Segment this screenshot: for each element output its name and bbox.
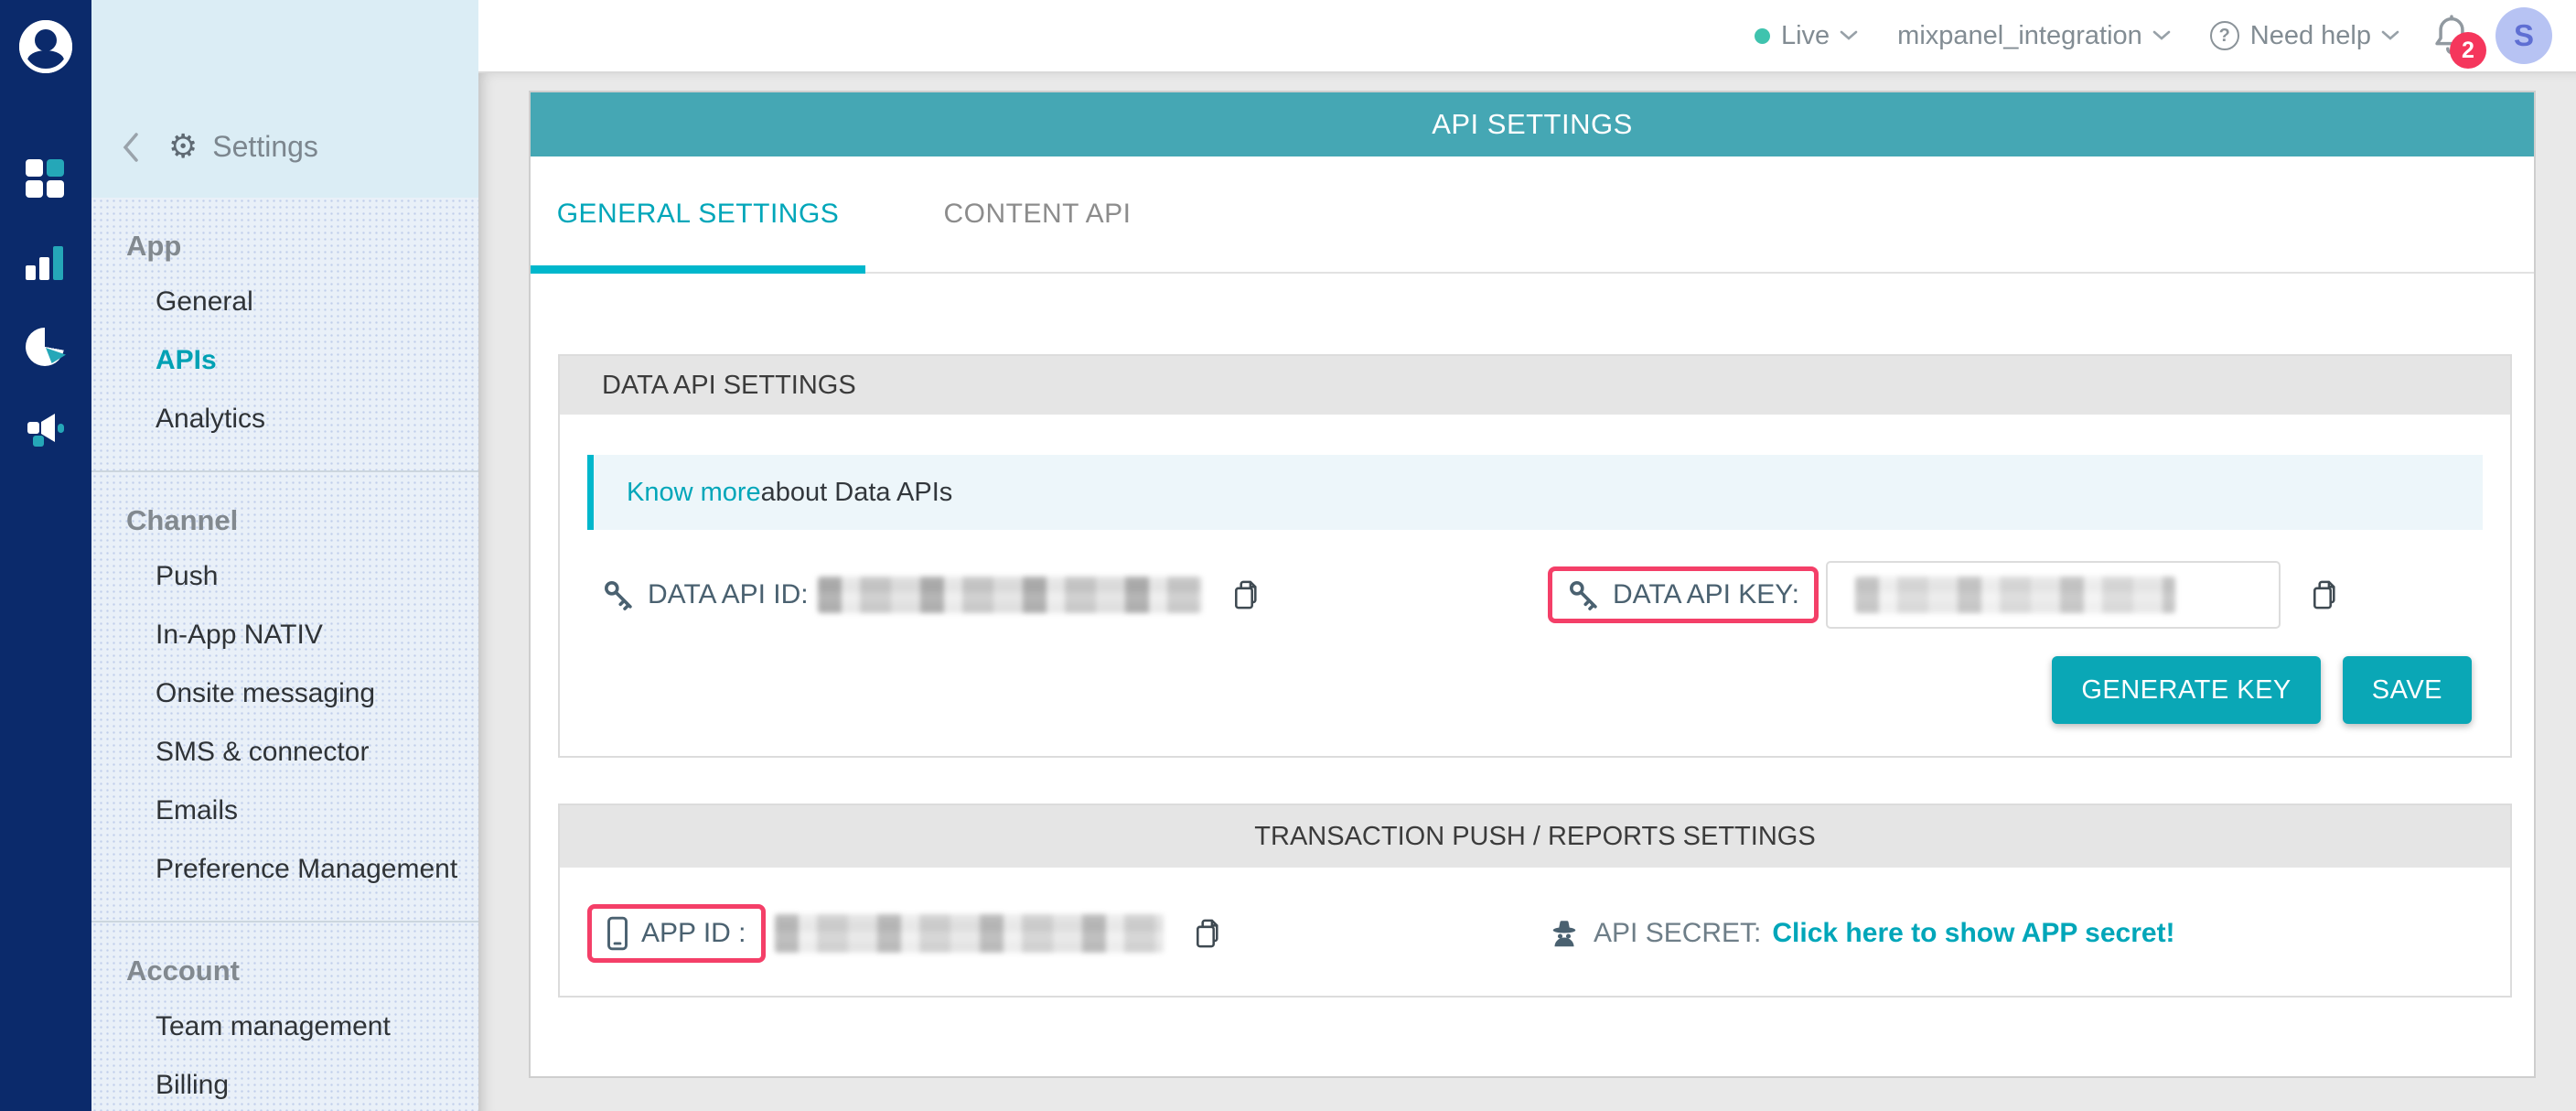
topbar: Live mixpanel_integration ? Need help bbox=[478, 0, 2576, 73]
data-api-settings-section: DATA API SETTINGS Know more about Data A… bbox=[558, 354, 2512, 758]
notification-count-badge: 2 bbox=[2450, 32, 2486, 69]
settings-nav-analytics[interactable]: Analytics bbox=[91, 390, 478, 448]
campaigns-megaphone-icon[interactable] bbox=[26, 412, 66, 452]
settings-section-app: AppGeneralAPIsAnalytics bbox=[91, 198, 478, 470]
settings-panel-title: Settings bbox=[212, 130, 318, 164]
data-api-settings-header: DATA API SETTINGS bbox=[560, 356, 2510, 415]
highlight-box-data-api-key: DATA API KEY: bbox=[1548, 566, 1819, 623]
transaction-settings-section: TRANSACTION PUSH / REPORTS SETTINGS bbox=[558, 804, 2512, 998]
app-id-value-redacted bbox=[775, 914, 1164, 953]
show-app-secret-link[interactable]: Click here to show APP secret! bbox=[1772, 918, 2174, 949]
chevron-down-icon bbox=[2380, 29, 2400, 42]
settings-nav-billing[interactable]: Billing bbox=[91, 1056, 478, 1111]
know-more-rest: about Data APIs bbox=[761, 478, 953, 508]
settings-section-header-channel: Channel bbox=[91, 494, 478, 547]
settings-nav-list: AppGeneralAPIsAnalyticsChannelPushIn-App… bbox=[91, 198, 478, 1111]
content-background: API SETTINGS GENERAL SETTINGS CONTENT AP… bbox=[478, 73, 2576, 1111]
data-api-id-value-redacted bbox=[818, 577, 1202, 613]
settings-nav-sms-connector[interactable]: SMS & connector bbox=[91, 723, 478, 782]
need-help-menu[interactable]: ? Need help bbox=[2210, 21, 2400, 51]
logo-rim bbox=[19, 20, 72, 73]
need-help-label: Need help bbox=[2250, 21, 2371, 51]
notifications-bell-icon[interactable]: 2 bbox=[2431, 14, 2472, 58]
active-tab-underline bbox=[531, 265, 865, 274]
transaction-settings-header: TRANSACTION PUSH / REPORTS SETTINGS bbox=[560, 805, 2510, 868]
settings-panel-header: ⚙ Settings bbox=[91, 0, 478, 198]
gear-icon: ⚙ bbox=[168, 131, 198, 164]
settings-section-header-app: App bbox=[91, 220, 478, 273]
live-status-dot bbox=[1755, 28, 1770, 44]
settings-nav-emails[interactable]: Emails bbox=[91, 782, 478, 840]
generate-key-button[interactable]: GENERATE KEY bbox=[2052, 656, 2320, 724]
page-title: API SETTINGS bbox=[531, 92, 2534, 156]
save-button[interactable]: SAVE bbox=[2343, 656, 2472, 724]
workspace-name: mixpanel_integration bbox=[1897, 21, 2142, 51]
main-region: Live mixpanel_integration ? Need help bbox=[478, 0, 2576, 1111]
settings-panel: ⚙ Settings AppGeneralAPIsAnalyticsChanne… bbox=[91, 0, 478, 1111]
settings-nav-push[interactable]: Push bbox=[91, 547, 478, 606]
environment-label: Live bbox=[1781, 21, 1830, 51]
back-chevron-icon[interactable] bbox=[119, 131, 143, 164]
highlight-box-app-id: APP ID : bbox=[587, 904, 766, 963]
segments-pie-icon[interactable] bbox=[26, 328, 64, 366]
secret-agent-icon bbox=[1548, 917, 1581, 950]
chevron-down-icon bbox=[1839, 29, 1859, 42]
chevron-down-icon bbox=[2152, 29, 2172, 42]
settings-section-header-account: Account bbox=[91, 944, 478, 998]
brand-logo-icon[interactable] bbox=[19, 20, 72, 73]
app-id-label: APP ID : bbox=[641, 918, 746, 949]
app-window: ⚙ Settings AppGeneralAPIsAnalyticsChanne… bbox=[0, 0, 2576, 1111]
tab-bar: GENERAL SETTINGS CONTENT API bbox=[531, 156, 2534, 274]
help-question-icon: ? bbox=[2210, 21, 2239, 50]
copy-data-api-key-icon[interactable] bbox=[2306, 578, 2339, 611]
copy-data-api-id-icon[interactable] bbox=[1228, 578, 1261, 611]
data-api-key-label: DATA API KEY: bbox=[1613, 579, 1799, 610]
settings-nav-general[interactable]: General bbox=[91, 273, 478, 331]
api-settings-card: API SETTINGS GENERAL SETTINGS CONTENT AP… bbox=[529, 91, 2536, 1078]
card-body: DATA API SETTINGS Know more about Data A… bbox=[531, 274, 2534, 998]
app-rail bbox=[0, 0, 91, 1111]
know-more-link[interactable]: Know more bbox=[627, 478, 761, 508]
tab-general-settings-label: GENERAL SETTINGS bbox=[557, 199, 840, 230]
copy-app-id-icon[interactable] bbox=[1189, 917, 1222, 950]
data-api-key-value-redacted bbox=[1855, 577, 2175, 613]
settings-section-account: AccountTeam managementBilling bbox=[91, 921, 478, 1111]
api-secret-label: API SECRET: bbox=[1594, 918, 1761, 949]
mobile-phone-icon bbox=[606, 916, 628, 951]
dashboard-grid-icon[interactable] bbox=[26, 159, 66, 200]
settings-nav-in-app-nativ[interactable]: In-App NATIV bbox=[91, 606, 478, 664]
tab-content-api-label: CONTENT API bbox=[944, 199, 1132, 230]
data-api-id-label: DATA API ID: bbox=[648, 579, 809, 610]
environment-selector[interactable]: Live bbox=[1755, 21, 1859, 51]
key-icon bbox=[1567, 578, 1600, 611]
know-more-banner: Know more about Data APIs bbox=[587, 455, 2483, 530]
settings-nav-preference-management[interactable]: Preference Management bbox=[91, 840, 478, 899]
tab-content-api[interactable]: CONTENT API bbox=[900, 156, 1175, 272]
tab-general-settings[interactable]: GENERAL SETTINGS bbox=[531, 156, 865, 272]
analytics-bars-icon[interactable] bbox=[26, 243, 66, 280]
settings-nav-team-management[interactable]: Team management bbox=[91, 998, 478, 1056]
settings-nav-apis[interactable]: APIs bbox=[91, 331, 478, 390]
data-api-key-input[interactable] bbox=[1826, 561, 2281, 629]
key-icon bbox=[602, 578, 635, 611]
settings-section-channel: ChannelPushIn-App NATIVOnsite messagingS… bbox=[91, 470, 478, 921]
settings-nav-onsite-messaging[interactable]: Onsite messaging bbox=[91, 664, 478, 723]
user-avatar[interactable]: S bbox=[2496, 7, 2552, 64]
workspace-selector[interactable]: mixpanel_integration bbox=[1897, 21, 2172, 51]
